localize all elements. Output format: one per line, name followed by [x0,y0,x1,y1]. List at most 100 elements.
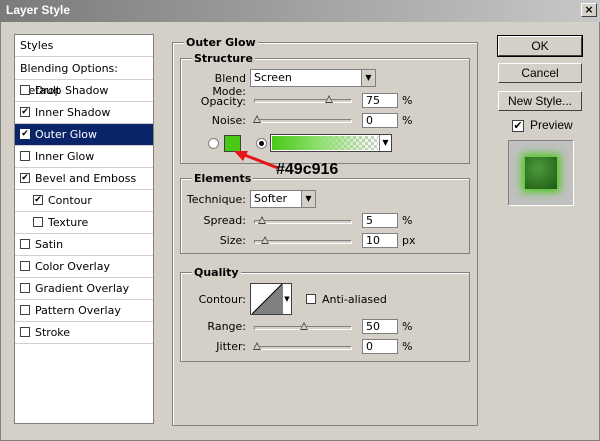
opacity-slider[interactable] [254,95,352,103]
technique-select[interactable]: Softer ▼ [250,190,316,208]
style-checkbox[interactable] [20,85,30,95]
style-item-contour[interactable]: ✔ Contour [15,190,153,212]
style-checkbox[interactable] [20,305,30,315]
style-item-label: Color Overlay [35,260,110,273]
jitter-unit: % [402,340,413,353]
opacity-slider-thumb[interactable] [325,95,333,103]
size-slider-thumb[interactable] [261,236,269,244]
noise-slider-thumb[interactable] [253,115,261,123]
chevron-down-icon: ▼ [301,191,315,207]
preview-label: Preview [530,118,573,132]
outer-glow-title: Outer Glow [184,36,258,49]
annotation-arrow-icon [234,151,279,170]
window-title: Layer Style [6,3,71,17]
color-annotation: #49c916 [276,161,339,178]
spread-unit: % [402,214,413,227]
style-item-texture[interactable]: Texture [15,212,153,234]
solid-color-radio[interactable] [208,138,219,149]
preview-swatch [525,157,557,189]
blend-mode-select[interactable]: Screen ▼ [250,69,376,87]
contour-preview-icon [252,284,282,314]
size-unit: px [402,234,416,247]
style-item-gradient-overlay[interactable]: Gradient Overlay [15,278,153,300]
style-item-label: Drop Shadow [35,84,109,97]
style-checkbox[interactable]: ✔ [20,129,30,139]
chevron-down-icon: ▼ [361,70,375,86]
title-bar: Layer Style × [0,0,600,22]
style-checkbox[interactable]: ✔ [20,173,30,183]
cancel-button[interactable]: Cancel [498,63,582,83]
jitter-slider-thumb[interactable] [253,342,261,350]
style-item-label: Texture [48,216,89,229]
range-label: Range: [207,320,246,333]
new-style-button[interactable]: New Style... [498,91,582,111]
style-item-label: Satin [35,238,64,251]
style-checkbox[interactable]: ✔ [20,107,30,117]
noise-slider[interactable] [253,115,352,123]
style-checkbox[interactable]: ✔ [33,195,43,205]
range-unit: % [402,320,413,333]
size-slider[interactable] [254,236,352,244]
style-item-label: Inner Glow [35,150,95,163]
style-item-drop-shadow[interactable]: Drop Shadow [15,80,153,102]
style-item-label: Contour [48,194,92,207]
style-item-label: Bevel and Emboss [35,172,137,185]
technique-label: Technique: [186,193,246,206]
style-checkbox[interactable] [20,151,30,161]
style-item-label: Inner Shadow [35,106,111,119]
chevron-down-icon: ▼ [282,284,291,314]
style-item-outer-glow[interactable]: ✔ Outer Glow [15,124,153,146]
opacity-input[interactable]: 75 [362,93,398,108]
style-item-color-overlay[interactable]: Color Overlay [15,256,153,278]
range-slider-thumb[interactable] [300,322,308,330]
style-item-satin[interactable]: Satin [15,234,153,256]
style-item-inner-glow[interactable]: Inner Glow [15,146,153,168]
opacity-label: Opacity: [200,95,246,108]
blending-options-item[interactable]: Blending Options: Default [15,58,153,97]
anti-aliased-label: Anti-aliased [322,293,387,306]
style-checkbox[interactable] [33,217,43,227]
noise-label: Noise: [211,114,246,127]
quality-title: Quality [192,266,241,279]
size-label: Size: [219,234,246,247]
gradient-preview [272,136,378,150]
range-input[interactable]: 50 [362,319,398,334]
ok-button[interactable]: OK [497,35,583,57]
style-checkbox[interactable] [20,327,30,337]
style-checkbox[interactable] [20,239,30,249]
gradient-picker[interactable]: ▼ [270,134,392,152]
spread-slider-thumb[interactable] [258,216,266,224]
noise-unit: % [402,114,413,127]
style-item-label: Pattern Overlay [35,304,121,317]
style-item-label: Outer Glow [35,128,98,141]
blend-mode-value: Screen [254,71,292,84]
style-item-bevel-and-emboss[interactable]: ✔ Bevel and Emboss [15,168,153,190]
spread-label: Spread: [203,214,246,227]
anti-aliased-checkbox[interactable] [306,294,316,304]
style-checkbox[interactable] [20,283,30,293]
spread-input[interactable]: 5 [362,213,398,228]
style-item-inner-shadow[interactable]: ✔ Inner Shadow [15,102,153,124]
styles-list: Styles Blending Options: Default Drop Sh… [14,34,154,424]
preview-thumbnail [508,140,574,206]
size-input[interactable]: 10 [362,233,398,248]
preview-checkbox[interactable]: ✔ [512,120,524,132]
styles-header[interactable]: Styles [15,35,153,57]
structure-title: Structure [192,52,255,65]
range-slider[interactable] [254,322,352,330]
technique-value: Softer [254,192,287,205]
style-item-pattern-overlay[interactable]: Pattern Overlay [15,300,153,322]
opacity-unit: % [402,94,413,107]
close-icon[interactable]: × [581,3,597,17]
style-checkbox[interactable] [20,261,30,271]
contour-label: Contour: [198,293,246,306]
jitter-input[interactable]: 0 [362,339,398,354]
jitter-slider[interactable] [253,342,352,350]
chevron-down-icon: ▼ [379,135,391,151]
jitter-label: Jitter: [216,340,246,353]
style-item-label: Gradient Overlay [35,282,130,295]
spread-slider[interactable] [254,216,352,224]
contour-picker[interactable]: ▼ [250,283,292,315]
style-item-stroke[interactable]: Stroke [15,322,153,344]
noise-input[interactable]: 0 [362,113,398,128]
